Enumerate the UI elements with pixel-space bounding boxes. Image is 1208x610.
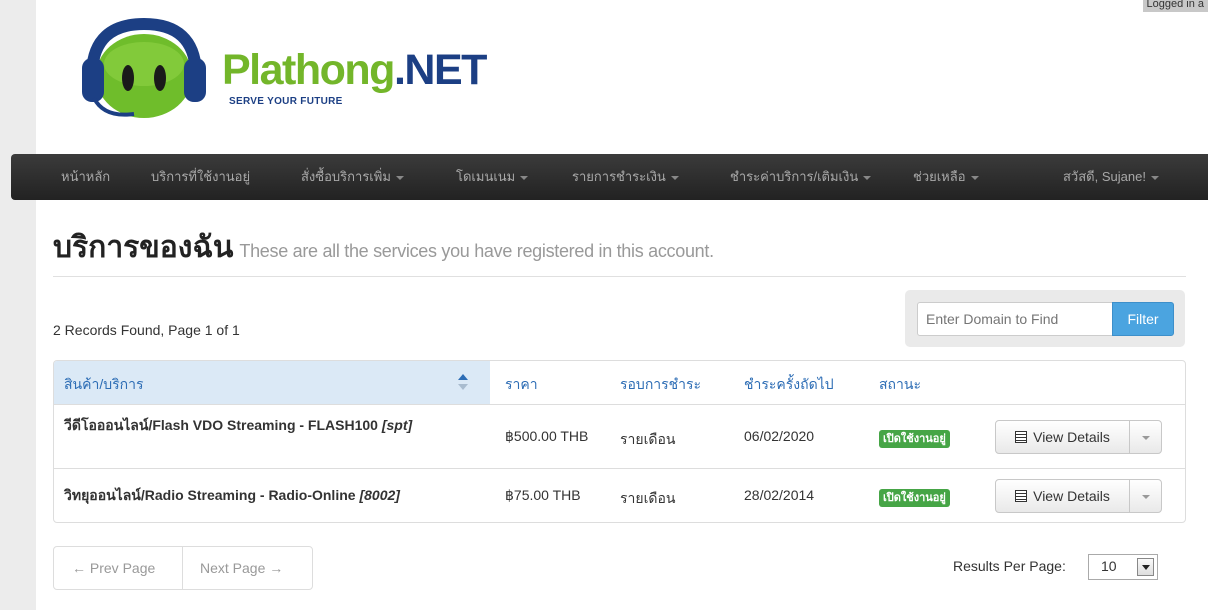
chevron-down-icon <box>670 175 679 180</box>
table-row: วีดีโอออนไลน์/Flash VDO Streaming - FLAS… <box>54 405 1185 469</box>
page-heading: บริการของฉัน These are all the services y… <box>53 224 714 271</box>
view-details-group: View Details <box>995 420 1162 454</box>
nav-home[interactable]: หน้าหลัก <box>61 154 110 200</box>
product-name: วีดีโอออนไลน์/Flash VDO Streaming - FLAS… <box>64 417 413 433</box>
nav-support[interactable]: ช่วยเหลือ <box>913 154 979 200</box>
select-arrow-icon <box>1137 558 1154 576</box>
view-details-dropdown-toggle[interactable] <box>1129 420 1162 454</box>
nav-order-more[interactable]: สั่งซื้อบริการเพิ่ม <box>301 154 404 200</box>
list-icon <box>1015 431 1028 443</box>
next-page-button[interactable]: Next Page → <box>200 547 283 589</box>
filter-button[interactable]: Filter <box>1112 302 1174 336</box>
view-details-dropdown-toggle[interactable] <box>1129 479 1162 513</box>
status-badge: เปิดใช้งานอยู่ <box>879 489 950 507</box>
sort-asc-icon[interactable] <box>458 373 468 391</box>
header-billing-cycle[interactable]: รอบการชำระ <box>620 374 701 396</box>
chevron-down-icon <box>863 175 872 180</box>
view-details-group: View Details <box>995 479 1162 513</box>
header-status[interactable]: สถานะ <box>879 374 921 396</box>
chevron-down-icon <box>1142 436 1150 440</box>
view-details-button[interactable]: View Details <box>995 420 1130 454</box>
results-per-page-label: Results Per Page: <box>953 558 1066 574</box>
logo-tagline: SERVE YOUR FUTURE <box>229 96 343 107</box>
records-count: 2 Records Found, Page 1 of 1 <box>53 322 240 338</box>
results-per-page-select[interactable]: 10 <box>1088 554 1158 580</box>
nav-domains[interactable]: โดเมนเนม <box>456 154 529 200</box>
table-header: สินค้า/บริการ ราคา รอบการชำระ ชำระครั้งถ… <box>54 361 1185 405</box>
nav-pay-topup[interactable]: ชำระค่าบริการ/เติมเงิน <box>730 154 872 200</box>
header-next-due[interactable]: ชำระครั้งถัดไป <box>744 374 834 396</box>
billing-cycle: รายเดือน <box>620 490 676 506</box>
divider <box>53 276 1186 277</box>
next-due-date: 06/02/2020 <box>744 428 815 444</box>
domain-search-input[interactable] <box>917 302 1113 336</box>
headset-mascot-icon <box>82 17 206 118</box>
page-title: บริการของฉัน <box>53 231 234 264</box>
table-row: วิทยุออนไลน์/Radio Streaming - Radio-Onl… <box>54 469 1185 522</box>
logo-wordmark: Plathong.NET <box>222 46 487 94</box>
pager-divider <box>182 547 183 589</box>
header-price[interactable]: ราคา <box>505 374 538 396</box>
billing-cycle: รายเดือน <box>620 431 676 447</box>
prev-page-button[interactable]: ← Prev Page <box>72 547 155 589</box>
list-icon <box>1015 490 1028 502</box>
chevron-down-icon <box>1142 495 1150 499</box>
view-details-button[interactable]: View Details <box>995 479 1130 513</box>
price: ฿75.00 THB <box>505 487 581 503</box>
chevron-down-icon <box>1150 175 1159 180</box>
nav-user-menu[interactable]: สวัสดี, Sujane! <box>1063 154 1159 200</box>
next-due-date: 28/02/2014 <box>744 487 815 503</box>
chevron-down-icon <box>520 175 529 180</box>
logged-in-indicator: Logged in a <box>1142 0 1208 12</box>
domain-filter: Filter <box>905 290 1185 347</box>
nav-billing[interactable]: รายการชำระเงิน <box>572 154 679 200</box>
main-navbar: หน้าหลัก บริการที่ใช้งานอยู่ สั่งซื้อบริ… <box>11 154 1208 200</box>
status-badge: เปิดใช้งานอยู่ <box>879 430 950 448</box>
pagination: ← Prev Page Next Page → <box>53 546 313 590</box>
product-name: วิทยุออนไลน์/Radio Streaming - Radio-Onl… <box>64 487 400 503</box>
site-logo[interactable]: Plathong.NET SERVE YOUR FUTURE <box>54 14 487 124</box>
header-product[interactable]: สินค้า/บริการ <box>64 374 144 396</box>
chevron-down-icon <box>395 175 404 180</box>
chevron-down-icon <box>970 175 979 180</box>
nav-my-services[interactable]: บริการที่ใช้งานอยู่ <box>151 154 250 200</box>
services-table: สินค้า/บริการ ราคา รอบการชำระ ชำระครั้งถ… <box>53 360 1186 523</box>
page-subtitle: These are all the services you have regi… <box>239 241 714 261</box>
price: ฿500.00 THB <box>505 428 589 444</box>
